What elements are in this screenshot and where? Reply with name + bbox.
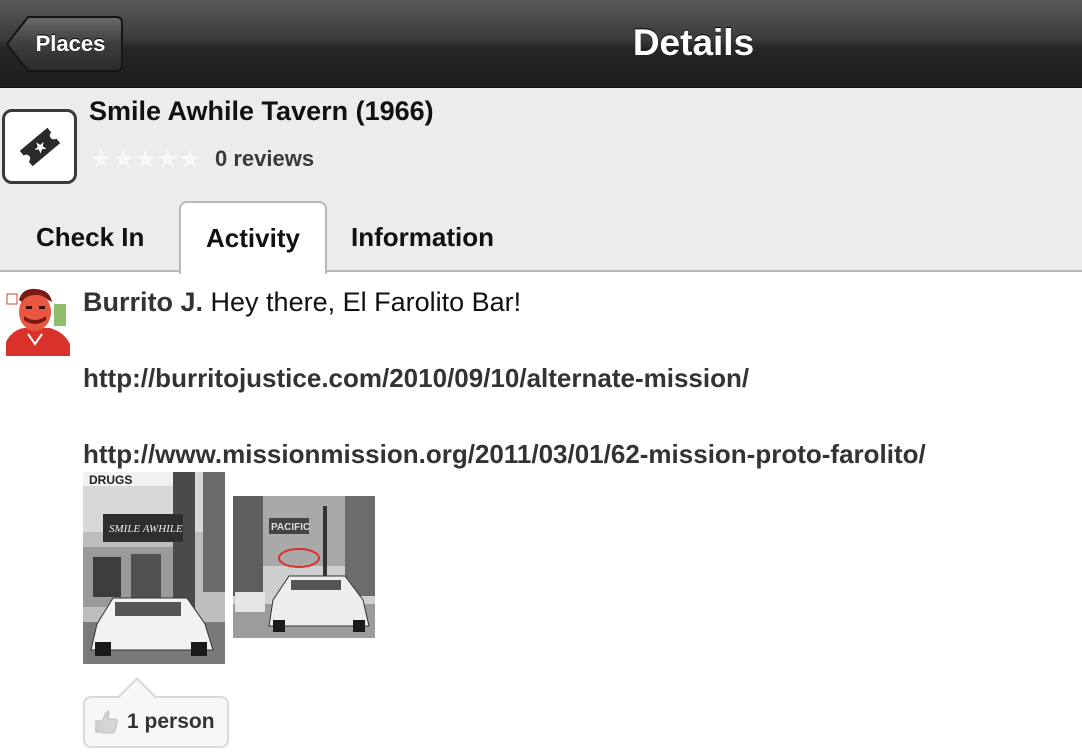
navigation-bar: Places Details	[0, 0, 1082, 88]
like-count: 1 person	[127, 710, 215, 733]
avatar[interactable]	[2, 286, 72, 356]
photo-sign-smile-awhile: SMILE AWHILE	[109, 523, 183, 535]
like-callout-notch-fill	[119, 680, 155, 698]
tab-information[interactable]: Information	[351, 202, 494, 272]
reviews-count[interactable]: 0 reviews	[215, 146, 314, 172]
photo-thumbnail-street[interactable]: PACIFIC	[233, 496, 375, 638]
rating-stars: ★★★★★	[89, 144, 202, 174]
like-button[interactable]: 1 person	[83, 696, 229, 748]
photo-sign-drugs: DRUGS	[89, 473, 132, 487]
avatar-portrait-icon	[2, 286, 72, 356]
tab-activity[interactable]: Activity	[179, 201, 327, 274]
photo-sign-pacific: PACIFIC	[271, 522, 310, 533]
post-message: Hey there, El Farolito Bar!	[210, 287, 522, 317]
post-text: Burrito J. Hey there, El Farolito Bar!	[83, 287, 521, 318]
post-link-missionmission[interactable]: http://www.missionmission.org/2011/03/01…	[83, 439, 926, 470]
page-title: Details	[632, 22, 755, 63]
thumbs-up-icon	[95, 711, 118, 734]
venue-header: Smile Awhile Tavern (1966) ★★★★★ 0 revie…	[0, 88, 1082, 274]
post-author[interactable]: Burrito J.	[83, 287, 203, 317]
post-link-burritojustice[interactable]: http://burritojustice.com/2010/09/10/alt…	[83, 363, 749, 394]
tab-check-in[interactable]: Check In	[36, 202, 144, 272]
ticket-icon	[2, 109, 77, 184]
venue-name: Smile Awhile Tavern (1966)	[89, 96, 434, 126]
photo-thumbnail-smile-awhile[interactable]: DRUGS SMILE AWHILE	[83, 472, 225, 664]
